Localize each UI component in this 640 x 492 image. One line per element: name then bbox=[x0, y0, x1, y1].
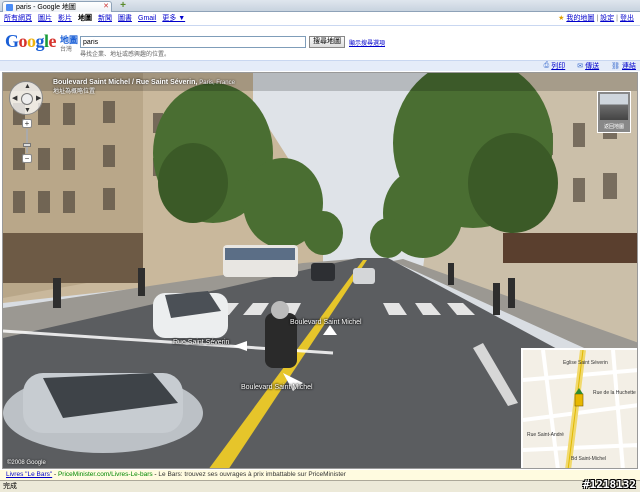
road-label-boulevard-upper[interactable]: Boulevard Saint Michel bbox=[290, 319, 362, 326]
thumbnail-label: 返回地圖 bbox=[603, 124, 624, 130]
zoom-control: + − bbox=[22, 119, 32, 163]
nav-all-web[interactable]: 所有網頁 bbox=[4, 13, 32, 23]
minimap-label-bd-saint-michel: Bd Saint-Michel bbox=[571, 456, 607, 462]
minimap-label-eglise: Eglise Saint Séverin bbox=[563, 360, 608, 366]
nav-news[interactable]: 新聞 bbox=[98, 13, 112, 23]
mini-map-roads bbox=[523, 350, 637, 468]
close-tab-icon[interactable]: ✕ bbox=[103, 3, 109, 11]
search-hint: 尋找企業、地址或感興趣的位置。 bbox=[80, 52, 171, 58]
print-link[interactable]: 列印 bbox=[551, 61, 565, 71]
pan-right-icon[interactable]: ▶ bbox=[36, 95, 41, 102]
pan-left-icon[interactable]: ◀ bbox=[12, 95, 17, 102]
address-approx-note: 地址為概略位置 bbox=[53, 89, 96, 95]
search-maps-button[interactable]: 搜尋地圖 bbox=[309, 36, 345, 48]
pan-up-icon[interactable]: ▲ bbox=[24, 83, 31, 90]
nav-gmail[interactable]: Gmail bbox=[138, 15, 156, 22]
logo-region-label: 台灣 bbox=[60, 47, 73, 53]
return-to-map-thumbnail[interactable]: 返回地圖 bbox=[597, 91, 631, 133]
nav-books[interactable]: 圖書 bbox=[118, 13, 132, 23]
print-icon[interactable]: ⎙ bbox=[544, 62, 550, 70]
sign-out-link[interactable]: 登出 bbox=[620, 13, 634, 23]
separator: | bbox=[616, 14, 618, 22]
address-city: Paris, France bbox=[199, 80, 235, 86]
browser-status-bar: 完成 bbox=[0, 480, 640, 492]
look-around-icon[interactable] bbox=[21, 93, 33, 105]
settings-link[interactable]: 設定 bbox=[600, 13, 614, 23]
road-label-boulevard-lower[interactable]: Boulevard Saint Michel bbox=[241, 384, 313, 391]
nav-maps[interactable]: 地圖 bbox=[78, 13, 92, 23]
pan-down-icon[interactable]: ▼ bbox=[24, 107, 31, 114]
nav-videos[interactable]: 影片 bbox=[58, 13, 72, 23]
nav-images[interactable]: 圖片 bbox=[38, 13, 52, 23]
zoom-in-button[interactable]: + bbox=[22, 119, 32, 128]
zoom-out-button[interactable]: − bbox=[22, 154, 32, 163]
address-title: Boulevard Saint Michel / Rue Saint Séver… bbox=[53, 79, 235, 86]
tab-title: paris - Google 地圖 bbox=[16, 4, 76, 11]
new-tab-button[interactable]: + bbox=[118, 1, 128, 11]
sponsored-link-bar: Livres "Le Bars" - PriceMinister.com/Liv… bbox=[0, 470, 640, 480]
google-logo[interactable]: Google bbox=[5, 31, 57, 52]
watermark-id: #1218132 bbox=[583, 478, 636, 491]
map-toolbar: ⎙ 列印 ✉ 傳送 ⛓ 連結 bbox=[0, 60, 640, 71]
show-search-options-link[interactable]: 顯示搜尋選項 bbox=[349, 38, 385, 47]
browser-tab[interactable]: paris - Google 地圖 ✕ bbox=[2, 1, 112, 12]
ad-url[interactable]: PriceMinister.com/Livres-Le-bars bbox=[58, 471, 153, 478]
minimap-label-huchette: Rue de la Huchette bbox=[593, 390, 636, 396]
send-link[interactable]: 傳送 bbox=[585, 61, 599, 71]
copyright-notice: ©2008 Google bbox=[7, 460, 46, 466]
email-icon[interactable]: ✉ bbox=[577, 62, 583, 70]
maps-header: Google 地圖 台灣 尋找企業、地址或感興趣的位置。 搜尋地圖 顯示搜尋選項 bbox=[0, 26, 640, 58]
minimap-label-saint-andre: Rue Saint-André bbox=[527, 432, 564, 438]
google-nav-bar: 所有網頁 圖片 影片 地圖 新聞 圖書 Gmail 更多 ▼ ★ 我的地圖 | … bbox=[0, 12, 640, 24]
pan-control[interactable]: ▲ ▼ ◀ ▶ bbox=[9, 81, 43, 115]
nav-more[interactable]: 更多 ▼ bbox=[162, 13, 185, 23]
status-text: 完成 bbox=[3, 483, 17, 490]
star-icon: ★ bbox=[558, 15, 565, 22]
link-link[interactable]: 連結 bbox=[622, 61, 636, 71]
mini-map[interactable]: Eglise Saint Séverin Rue de la Huchette … bbox=[521, 348, 637, 468]
thumbnail-image bbox=[600, 94, 628, 120]
ad-text: Le Bars: trouvez ses ouvrages à prix imb… bbox=[158, 471, 346, 478]
link-icon[interactable]: ⛓ bbox=[611, 62, 620, 70]
separator: | bbox=[596, 14, 599, 22]
zoom-track[interactable] bbox=[26, 129, 28, 153]
address-overlay: Boulevard Saint Michel / Rue Saint Séver… bbox=[53, 79, 235, 95]
ad-title-link[interactable]: Livres "Le Bars" bbox=[6, 471, 52, 478]
browser-tab-strip: paris - Google 地圖 ✕ + bbox=[0, 0, 640, 12]
road-label-rue-saint-severin[interactable]: Rue Saint Séverin bbox=[173, 339, 229, 346]
maps-search-input[interactable] bbox=[80, 36, 306, 48]
street-view-panel[interactable]: Boulevard Saint Michel / Rue Saint Séver… bbox=[2, 72, 638, 469]
my-maps-link[interactable]: 我的地圖 bbox=[566, 13, 594, 23]
account-links: ★ 我的地圖 | 設定 | 登出 bbox=[558, 12, 634, 24]
zoom-thumb[interactable] bbox=[23, 143, 31, 147]
google-maps-favicon-icon bbox=[6, 3, 13, 11]
